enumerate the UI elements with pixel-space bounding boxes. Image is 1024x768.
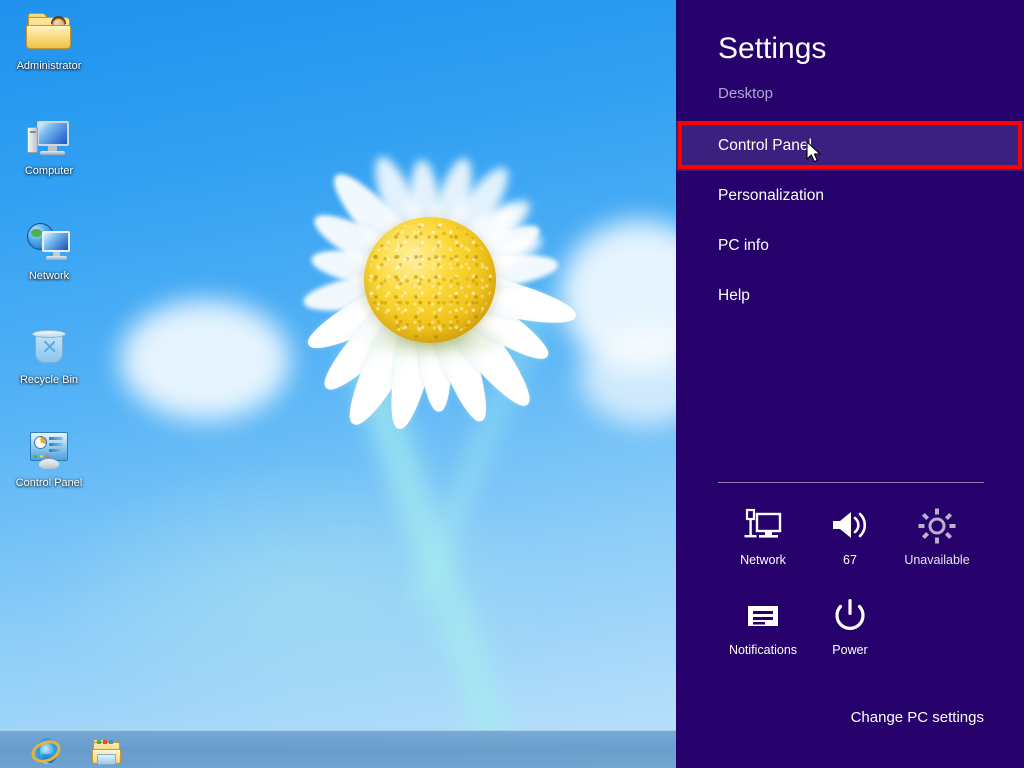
charm-item-control-panel[interactable]: Control Panel [676,121,1024,171]
notifications-icon [713,592,813,636]
quick-action-network[interactable]: Network [713,502,813,567]
recycle-bin-icon [25,322,73,370]
screen: Administrator Computer Network Recycle B… [0,0,1024,768]
desktop-icon-label: Network [28,270,70,282]
desktop-icon-label: Computer [24,165,74,177]
quick-action-label: Notifications [728,643,798,657]
brightness-sun-icon [887,502,987,546]
desktop-icon-control-panel[interactable]: Control Panel [6,425,92,490]
quick-action-power[interactable]: Power [800,592,900,657]
charm-title: Settings [718,32,827,65]
desktop-icon-computer[interactable]: Computer [6,113,92,178]
charm-item-label: PC info [718,237,769,254]
taskbar-file-explorer-button[interactable] [90,735,122,767]
desktop-icon-administrator[interactable]: Administrator [6,8,92,73]
change-pc-settings-link[interactable]: Change PC settings [851,709,984,726]
section-divider [718,482,984,483]
charm-item-pc-info[interactable]: PC info [676,221,1024,271]
taskbar-internet-explorer-button[interactable] [28,735,64,767]
charm-item-label: Help [718,287,750,304]
quick-action-label: Power [832,643,868,657]
computer-monitor-icon [25,113,73,161]
charm-item-label: Control Panel [718,137,812,154]
charm-item-label: Personalization [718,187,824,204]
volume-speaker-icon [800,502,900,546]
user-folder-icon [25,8,73,56]
daisy-flower [195,70,665,490]
power-icon [800,592,900,636]
network-monitor-icon [713,502,813,546]
desktop-icon-label: Administrator [16,60,82,72]
flower-center [364,217,496,343]
quick-action-label: Network [740,553,786,567]
desktop-icon-label: Recycle Bin [19,374,79,386]
taskbar[interactable] [0,730,676,768]
charm-subtitle: Desktop [718,85,774,102]
charm-item-help[interactable]: Help [676,271,1024,321]
internet-explorer-ring [28,736,64,767]
control-panel-icon [25,425,73,473]
charm-item-personalization[interactable]: Personalization [676,171,1024,221]
desktop-icon-recycle-bin[interactable]: Recycle Bin [6,322,92,387]
desktop-icon-label: Control Panel [15,477,83,489]
quick-action-brightness[interactable]: Unavailable [887,502,987,567]
quick-action-volume[interactable]: 67 [800,502,900,567]
network-globe-icon [25,218,73,266]
settings-charm-panel: Settings Desktop Control Panel Personali… [676,0,1024,768]
desktop-wallpaper[interactable]: Administrator Computer Network Recycle B… [0,0,720,768]
quick-action-label: 67 [843,553,857,567]
quick-action-label: Unavailable [904,553,970,567]
quick-action-notifications[interactable]: Notifications [713,592,813,657]
desktop-icon-network[interactable]: Network [6,218,92,283]
